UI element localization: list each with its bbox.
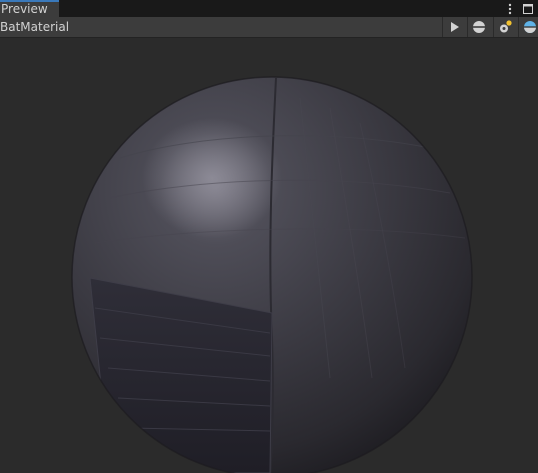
tab-bar: Preview bbox=[0, 0, 538, 17]
light-icon bbox=[500, 20, 512, 33]
material-name: BatMaterial bbox=[0, 20, 70, 34]
preview-toolbar: BatMaterial bbox=[0, 17, 538, 38]
play-icon bbox=[451, 22, 459, 32]
sphere-icon bbox=[473, 21, 485, 33]
tab-preview[interactable]: Preview bbox=[0, 0, 59, 17]
preview-mesh-button[interactable] bbox=[467, 17, 489, 37]
preview-lighting-button[interactable] bbox=[493, 17, 515, 37]
maximize-icon[interactable] bbox=[521, 1, 535, 15]
play-button[interactable] bbox=[442, 17, 464, 37]
preview-background-button[interactable] bbox=[518, 17, 538, 37]
kebab-menu-icon[interactable] bbox=[504, 1, 516, 15]
material-preview-sphere bbox=[71, 76, 473, 473]
preview-viewport[interactable] bbox=[0, 38, 538, 473]
background-sphere-icon bbox=[524, 21, 536, 33]
